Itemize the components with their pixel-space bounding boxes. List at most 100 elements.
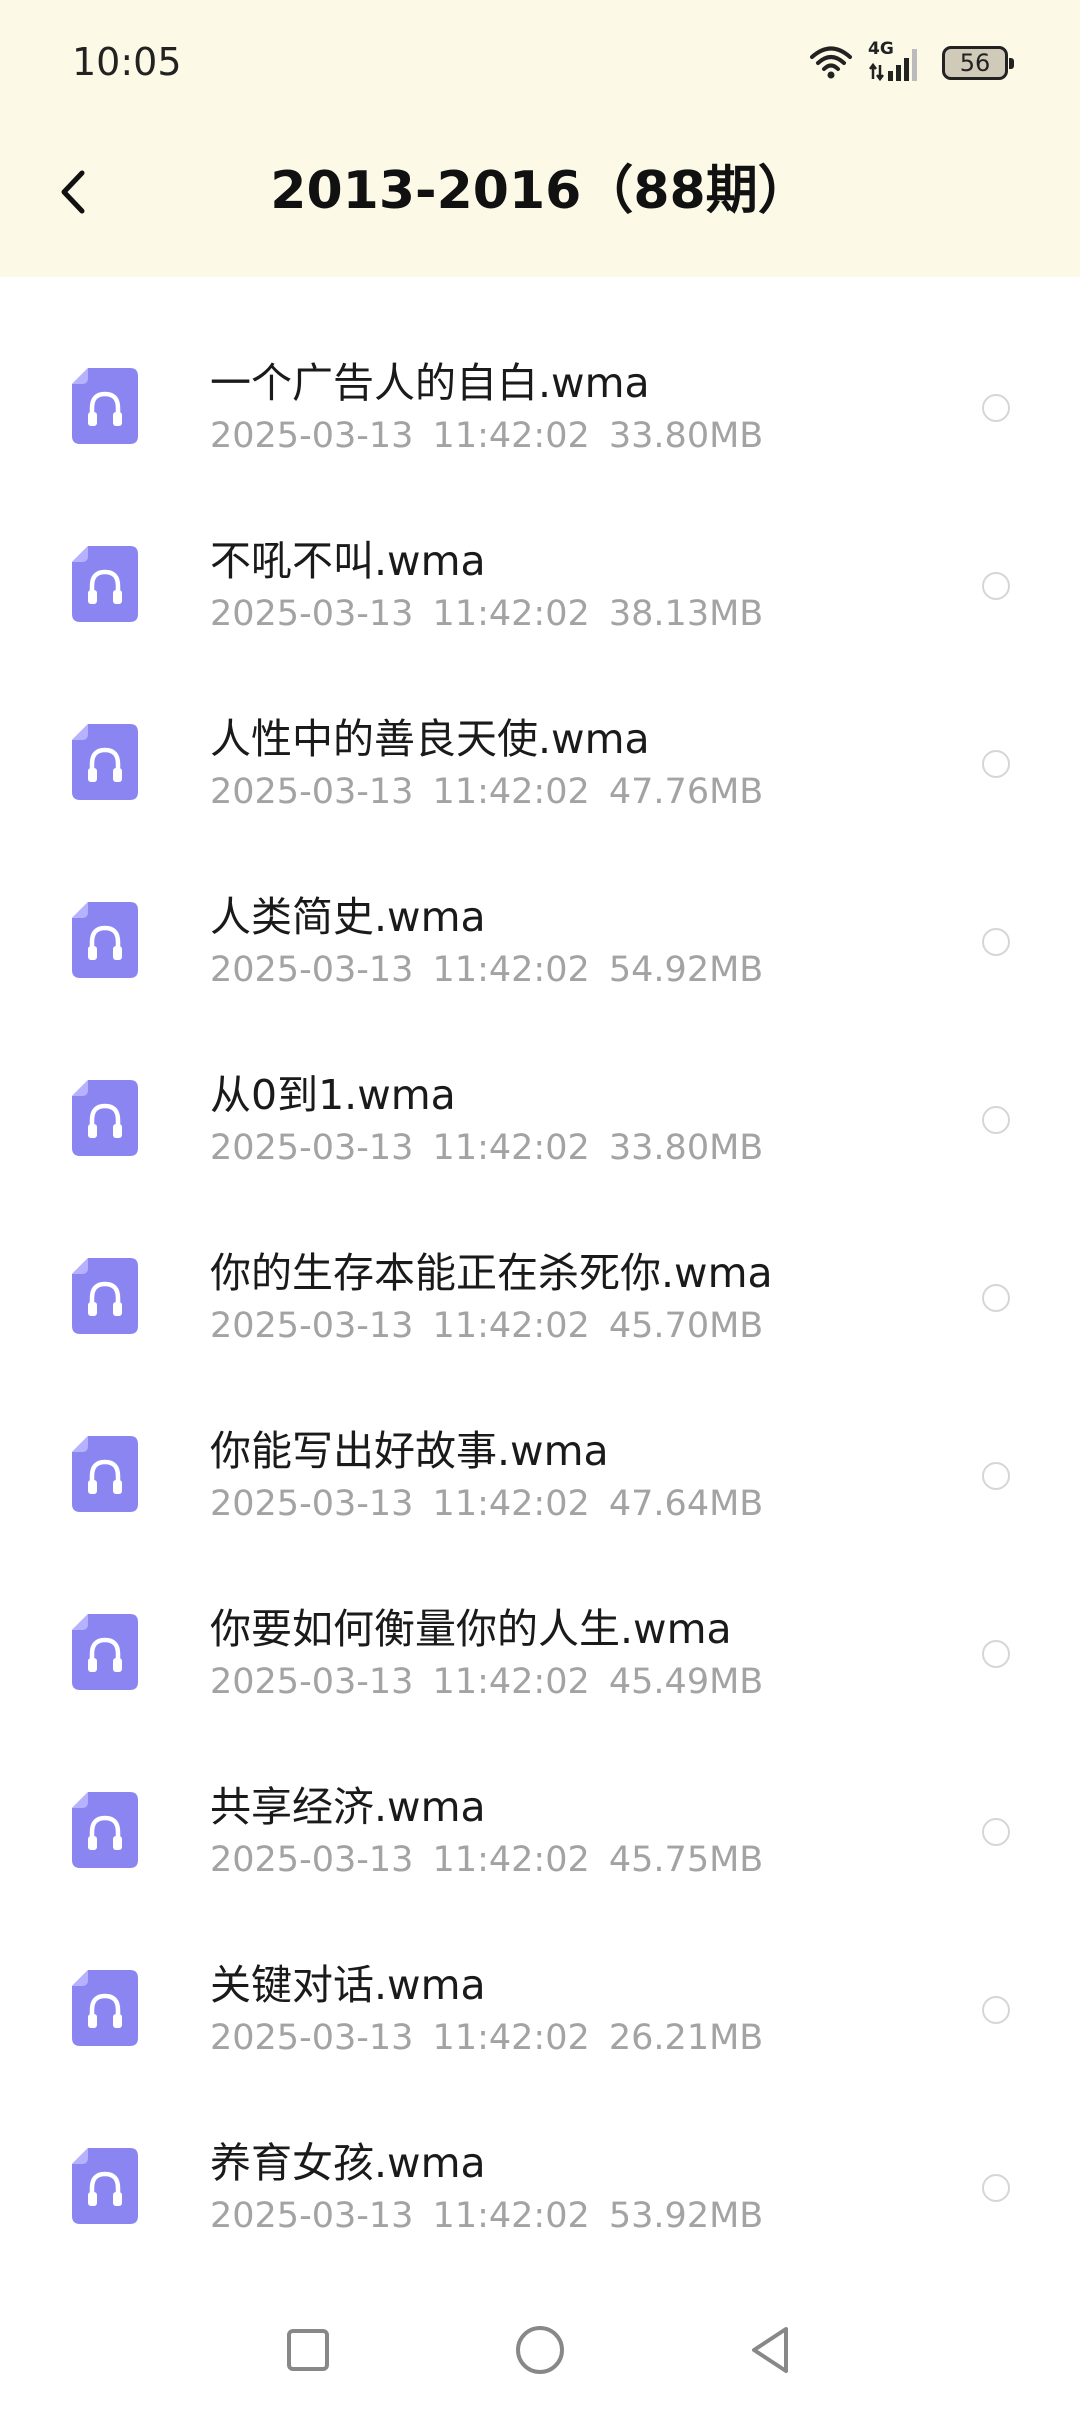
select-checkbox[interactable] (982, 1640, 1010, 1668)
file-date: 2025-03-13 (210, 772, 414, 812)
file-meta: 2025-03-13 11:42:02 45.49MB (210, 1658, 763, 1706)
triangle-back-icon (752, 2327, 788, 2373)
file-name: 你要如何衡量你的人生.wma (210, 1605, 732, 1653)
file-meta: 2025-03-13 11:42:02 45.70MB (210, 1302, 763, 1350)
audio-file-icon (72, 902, 138, 978)
file-size: 45.49MB (608, 1662, 764, 1702)
audio-file-icon (72, 1258, 138, 1334)
file-date: 2025-03-13 (210, 1662, 414, 1702)
audio-file-icon (72, 546, 138, 622)
file-time: 11:42:02 (432, 2018, 590, 2058)
select-checkbox[interactable] (982, 928, 1010, 956)
home-button[interactable] (500, 2310, 580, 2390)
file-list-item[interactable]: 不吼不叫.wma 2025-03-13 11:42:02 38.13MB (0, 498, 1080, 676)
file-list-item[interactable]: 从0到1.wma 2025-03-13 11:42:02 33.80MB (0, 1032, 1080, 1210)
file-time: 11:42:02 (432, 1840, 590, 1880)
square-icon (287, 2329, 329, 2371)
file-time: 11:42:02 (432, 1128, 590, 1168)
file-name: 养育女孩.wma (210, 2139, 486, 2187)
file-meta: 2025-03-13 11:42:02 47.76MB (210, 768, 763, 816)
file-name: 关键对话.wma (210, 1961, 486, 2009)
file-list-item[interactable]: 你的生存本能正在杀死你.wma 2025-03-13 11:42:02 45.70… (0, 1210, 1080, 1388)
select-checkbox[interactable] (982, 750, 1010, 778)
file-date: 2025-03-13 (210, 950, 414, 990)
status-time: 10:05 (72, 40, 182, 84)
file-size: 33.80MB (608, 1128, 764, 1168)
file-size: 26.21MB (608, 2018, 764, 2058)
file-date: 2025-03-13 (210, 594, 414, 634)
audio-file-icon (72, 368, 138, 444)
audio-file-icon (72, 2148, 138, 2224)
file-name: 一个广告人的自白.wma (210, 359, 650, 407)
file-time: 11:42:02 (432, 1306, 590, 1346)
select-checkbox[interactable] (982, 394, 1010, 422)
status-icons: 4G 56 (808, 38, 1014, 88)
audio-file-icon (72, 1080, 138, 1156)
file-date: 2025-03-13 (210, 1128, 414, 1168)
file-time: 11:42:02 (432, 594, 590, 634)
file-list-item[interactable]: 你能写出好故事.wma 2025-03-13 11:42:02 47.64MB (0, 1388, 1080, 1566)
file-list-item[interactable]: 养育女孩.wma 2025-03-13 11:42:02 53.92MB (0, 2100, 1080, 2278)
file-list-item[interactable]: 共享经济.wma 2025-03-13 11:42:02 45.75MB (0, 1744, 1080, 1922)
file-name: 不吼不叫.wma (210, 537, 486, 585)
audio-file-icon (72, 1436, 138, 1512)
file-meta: 2025-03-13 11:42:02 26.21MB (210, 2014, 763, 2062)
file-size: 54.92MB (608, 950, 764, 990)
file-list-item[interactable]: 关键对话.wma 2025-03-13 11:42:02 26.21MB (0, 1922, 1080, 2100)
select-checkbox[interactable] (982, 1818, 1010, 1846)
audio-file-icon (72, 1614, 138, 1690)
file-date: 2025-03-13 (210, 1484, 414, 1524)
select-checkbox[interactable] (982, 1284, 1010, 1312)
file-date: 2025-03-13 (210, 416, 414, 456)
file-size: 45.70MB (608, 1306, 764, 1346)
file-date: 2025-03-13 (210, 1840, 414, 1880)
file-meta: 2025-03-13 11:42:02 38.13MB (210, 590, 763, 638)
select-checkbox[interactable] (982, 2174, 1010, 2202)
file-list-item[interactable]: 人性中的善良天使.wma 2025-03-13 11:42:02 47.76MB (0, 676, 1080, 854)
system-back-button[interactable] (730, 2310, 810, 2390)
file-size: 38.13MB (608, 594, 764, 634)
select-checkbox[interactable] (982, 1996, 1010, 2024)
file-list-item[interactable]: 你要如何衡量你的人生.wma 2025-03-13 11:42:02 45.49M… (0, 1566, 1080, 1744)
file-time: 11:42:02 (432, 772, 590, 812)
battery-icon: 56 (942, 46, 1014, 80)
file-meta: 2025-03-13 11:42:02 45.75MB (210, 1836, 763, 1884)
audio-file-icon (72, 1970, 138, 2046)
file-time: 11:42:02 (432, 1662, 590, 1702)
select-checkbox[interactable] (982, 1462, 1010, 1490)
file-size: 47.76MB (608, 772, 764, 812)
battery-level: 56 (959, 49, 991, 77)
file-list: 一个广告人的自白.wma 2025-03-13 11:42:02 33.80MB 不… (0, 320, 1080, 2278)
file-date: 2025-03-13 (210, 2196, 414, 2236)
file-name: 人类简史.wma (210, 893, 486, 941)
audio-file-icon (72, 1792, 138, 1868)
file-meta: 2025-03-13 11:42:02 54.92MB (210, 946, 763, 994)
file-meta: 2025-03-13 11:42:02 47.64MB (210, 1480, 763, 1528)
file-list-item[interactable]: 一个广告人的自白.wma 2025-03-13 11:42:02 33.80MB (0, 320, 1080, 498)
file-list-item[interactable]: 人类简史.wma 2025-03-13 11:42:02 54.92MB (0, 854, 1080, 1032)
select-checkbox[interactable] (982, 1106, 1010, 1134)
file-date: 2025-03-13 (210, 2018, 414, 2058)
file-time: 11:42:02 (432, 950, 590, 990)
back-button[interactable] (44, 156, 100, 228)
file-time: 11:42:02 (432, 1484, 590, 1524)
page-title: 2013-2016（88期） (270, 161, 810, 221)
file-name: 从0到1.wma (210, 1071, 456, 1119)
file-date: 2025-03-13 (210, 1306, 414, 1346)
audio-file-icon (72, 724, 138, 800)
file-size: 45.75MB (608, 1840, 764, 1880)
file-meta: 2025-03-13 11:42:02 33.80MB (210, 412, 763, 460)
file-time: 11:42:02 (432, 416, 590, 456)
file-meta: 2025-03-13 11:42:02 53.92MB (210, 2192, 763, 2240)
file-size: 33.80MB (608, 416, 764, 456)
file-size: 47.64MB (608, 1484, 764, 1524)
file-time: 11:42:02 (432, 2196, 590, 2236)
file-name: 你的生存本能正在杀死你.wma (210, 1249, 773, 1297)
recent-apps-button[interactable] (268, 2310, 348, 2390)
file-meta: 2025-03-13 11:42:02 33.80MB (210, 1124, 763, 1172)
top-header: 10:05 4G 56 2013-2016（88期） (0, 0, 1080, 277)
wifi-icon (808, 42, 854, 84)
file-name: 人性中的善良天使.wma (210, 715, 650, 763)
select-checkbox[interactable] (982, 572, 1010, 600)
file-size: 53.92MB (608, 2196, 764, 2236)
